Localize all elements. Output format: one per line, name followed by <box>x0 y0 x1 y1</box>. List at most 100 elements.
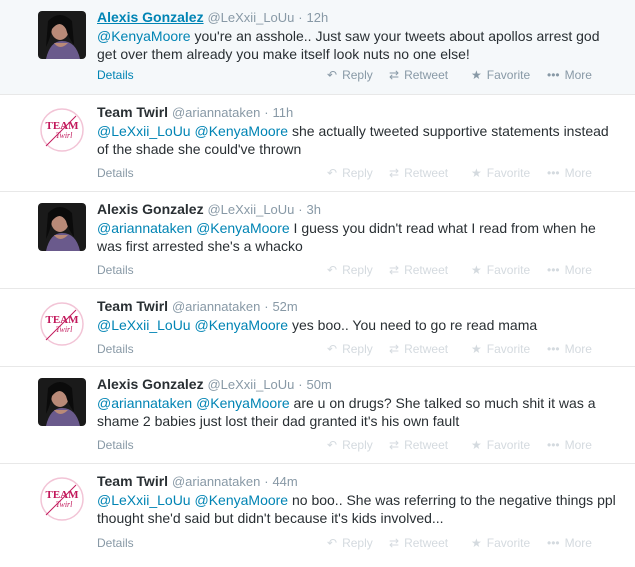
favorite-button[interactable]: ★ Favorite <box>471 261 530 279</box>
team-logo-subtext: Twirl <box>56 500 74 509</box>
details-link[interactable]: Details <box>97 261 134 279</box>
tweet-item[interactable]: TEAM Twirl Team Twirl @ariannataken · 44… <box>0 464 635 567</box>
retweet-button[interactable]: ⇄ Retweet <box>389 340 448 358</box>
more-button[interactable]: ••• More <box>547 534 592 552</box>
favorite-button[interactable]: ★ Favorite <box>471 534 530 552</box>
mention-link[interactable]: @KenyaMoore <box>97 28 191 44</box>
mention-link[interactable]: @ariannataken <box>97 395 192 411</box>
reply-label: Reply <box>342 166 373 180</box>
separator-dot: · <box>264 474 269 489</box>
tweet-item[interactable]: Alexis Gonzalez @LeXxii_LoUu · 50m @aria… <box>0 367 635 464</box>
mention-link[interactable]: @KenyaMoore <box>196 395 290 411</box>
more-button[interactable]: ••• More <box>547 164 592 182</box>
author-handle[interactable]: @ariannataken <box>172 299 260 314</box>
retweet-icon: ⇄ <box>389 536 400 550</box>
mention-link[interactable]: @ariannataken <box>97 220 192 236</box>
ellipsis-icon: ••• <box>547 166 560 180</box>
separator-dot: · <box>264 105 269 120</box>
details-link[interactable]: Details <box>97 436 134 454</box>
tweet-timestamp[interactable]: 3h <box>307 202 321 217</box>
tweet-item[interactable]: Alexis Gonzalez @LeXxii_LoUu · 3h @arian… <box>0 192 635 289</box>
author-name[interactable]: Alexis Gonzalez <box>97 376 204 392</box>
reply-icon: ↶ <box>327 68 338 82</box>
star-icon: ★ <box>471 68 482 82</box>
tweet-timestamp[interactable]: 52m <box>272 299 297 314</box>
favorite-button[interactable]: ★ Favorite <box>471 66 530 84</box>
author-handle[interactable]: @ariannataken <box>172 105 260 120</box>
tweet-timestamp[interactable]: 12h <box>307 10 329 25</box>
more-label: More <box>564 166 592 180</box>
author-handle[interactable]: @LeXxii_LoUu <box>207 377 294 392</box>
author-name[interactable]: Team Twirl <box>97 104 168 120</box>
more-button[interactable]: ••• More <box>547 340 592 358</box>
reply-button[interactable]: ↶ Reply <box>327 534 373 552</box>
tweet-timestamp[interactable]: 44m <box>272 474 297 489</box>
details-link[interactable]: Details <box>97 340 134 358</box>
retweet-button[interactable]: ⇄ Retweet <box>389 66 448 84</box>
author-handle[interactable]: @LeXxii_LoUu <box>207 202 294 217</box>
reply-button[interactable]: ↶ Reply <box>327 66 373 84</box>
retweet-button[interactable]: ⇄ Retweet <box>389 534 448 552</box>
avatar[interactable]: TEAM Twirl <box>38 300 86 348</box>
tweet-item[interactable]: Alexis Gonzalez @LeXxii_LoUu · 12h @Keny… <box>0 0 635 95</box>
avatar[interactable]: TEAM Twirl <box>38 106 86 154</box>
retweet-button[interactable]: ⇄ Retweet <box>389 261 448 279</box>
favorite-label: Favorite <box>486 166 531 180</box>
reply-label: Reply <box>342 263 373 277</box>
reply-button[interactable]: ↶ Reply <box>327 340 373 358</box>
mention-link[interactable]: @LeXxii_LoUu <box>97 492 191 508</box>
tweet-actions: Details ↶ Reply ⇄ Retweet ★ Favorite ••• Mor… <box>97 534 617 552</box>
favorite-label: Favorite <box>486 536 531 550</box>
mention-link[interactable]: @LeXxii_LoUu <box>97 123 191 139</box>
mention-link[interactable]: @KenyaMoore <box>196 220 290 236</box>
reply-button[interactable]: ↶ Reply <box>327 164 373 182</box>
mention-link[interactable]: @KenyaMoore <box>195 492 289 508</box>
more-label: More <box>564 342 592 356</box>
favorite-label: Favorite <box>486 263 531 277</box>
avatar[interactable]: TEAM Twirl <box>38 475 86 523</box>
ellipsis-icon: ••• <box>547 438 560 452</box>
favorite-button[interactable]: ★ Favorite <box>471 436 530 454</box>
more-button[interactable]: ••• More <box>547 66 592 84</box>
favorite-button[interactable]: ★ Favorite <box>471 340 530 358</box>
avatar[interactable] <box>38 11 86 59</box>
reply-label: Reply <box>342 342 373 356</box>
tweet-timestamp[interactable]: 50m <box>307 377 332 392</box>
author-handle[interactable]: @ariannataken <box>172 474 260 489</box>
star-icon: ★ <box>471 263 482 277</box>
reply-icon: ↶ <box>327 342 338 356</box>
ellipsis-icon: ••• <box>547 68 560 82</box>
tweet-timestamp[interactable]: 11h <box>272 105 293 120</box>
tweet-text: @LeXxii_LoUu @KenyaMoore yes boo.. You n… <box>97 316 617 334</box>
mention-link[interactable]: @KenyaMoore <box>195 123 289 139</box>
tweet-item[interactable]: TEAM Twirl Team Twirl @ariannataken · 52… <box>0 289 635 367</box>
mention-link[interactable]: @LeXxii_LoUu <box>97 317 191 333</box>
details-link[interactable]: Details <box>97 534 134 552</box>
author-name[interactable]: Team Twirl <box>97 473 168 489</box>
more-label: More <box>564 263 592 277</box>
reply-button[interactable]: ↶ Reply <box>327 261 373 279</box>
favorite-button[interactable]: ★ Favorite <box>471 164 530 182</box>
avatar[interactable] <box>38 378 86 426</box>
author-handle[interactable]: @LeXxii_LoUu <box>207 10 294 25</box>
tweet-text: @LeXxii_LoUu @KenyaMoore she actually tw… <box>97 122 617 158</box>
author-name[interactable]: Team Twirl <box>97 298 168 314</box>
details-link[interactable]: Details <box>97 66 134 84</box>
reply-button[interactable]: ↶ Reply <box>327 436 373 454</box>
favorite-label: Favorite <box>486 68 531 82</box>
avatar[interactable] <box>38 203 86 251</box>
more-button[interactable]: ••• More <box>547 261 592 279</box>
author-name[interactable]: Alexis Gonzalez <box>97 201 204 217</box>
retweet-button[interactable]: ⇄ Retweet <box>389 436 448 454</box>
mention-link[interactable]: @KenyaMoore <box>195 317 289 333</box>
tweet-item[interactable]: TEAM Twirl Team Twirl @ariannataken · 11… <box>0 95 635 192</box>
retweet-label: Retweet <box>404 68 449 82</box>
more-label: More <box>564 536 592 550</box>
retweet-button[interactable]: ⇄ Retweet <box>389 164 448 182</box>
reply-label: Reply <box>342 438 373 452</box>
more-button[interactable]: ••• More <box>547 436 592 454</box>
author-name[interactable]: Alexis Gonzalez <box>97 9 204 25</box>
star-icon: ★ <box>471 166 482 180</box>
details-link[interactable]: Details <box>97 164 134 182</box>
ellipsis-icon: ••• <box>547 342 560 356</box>
